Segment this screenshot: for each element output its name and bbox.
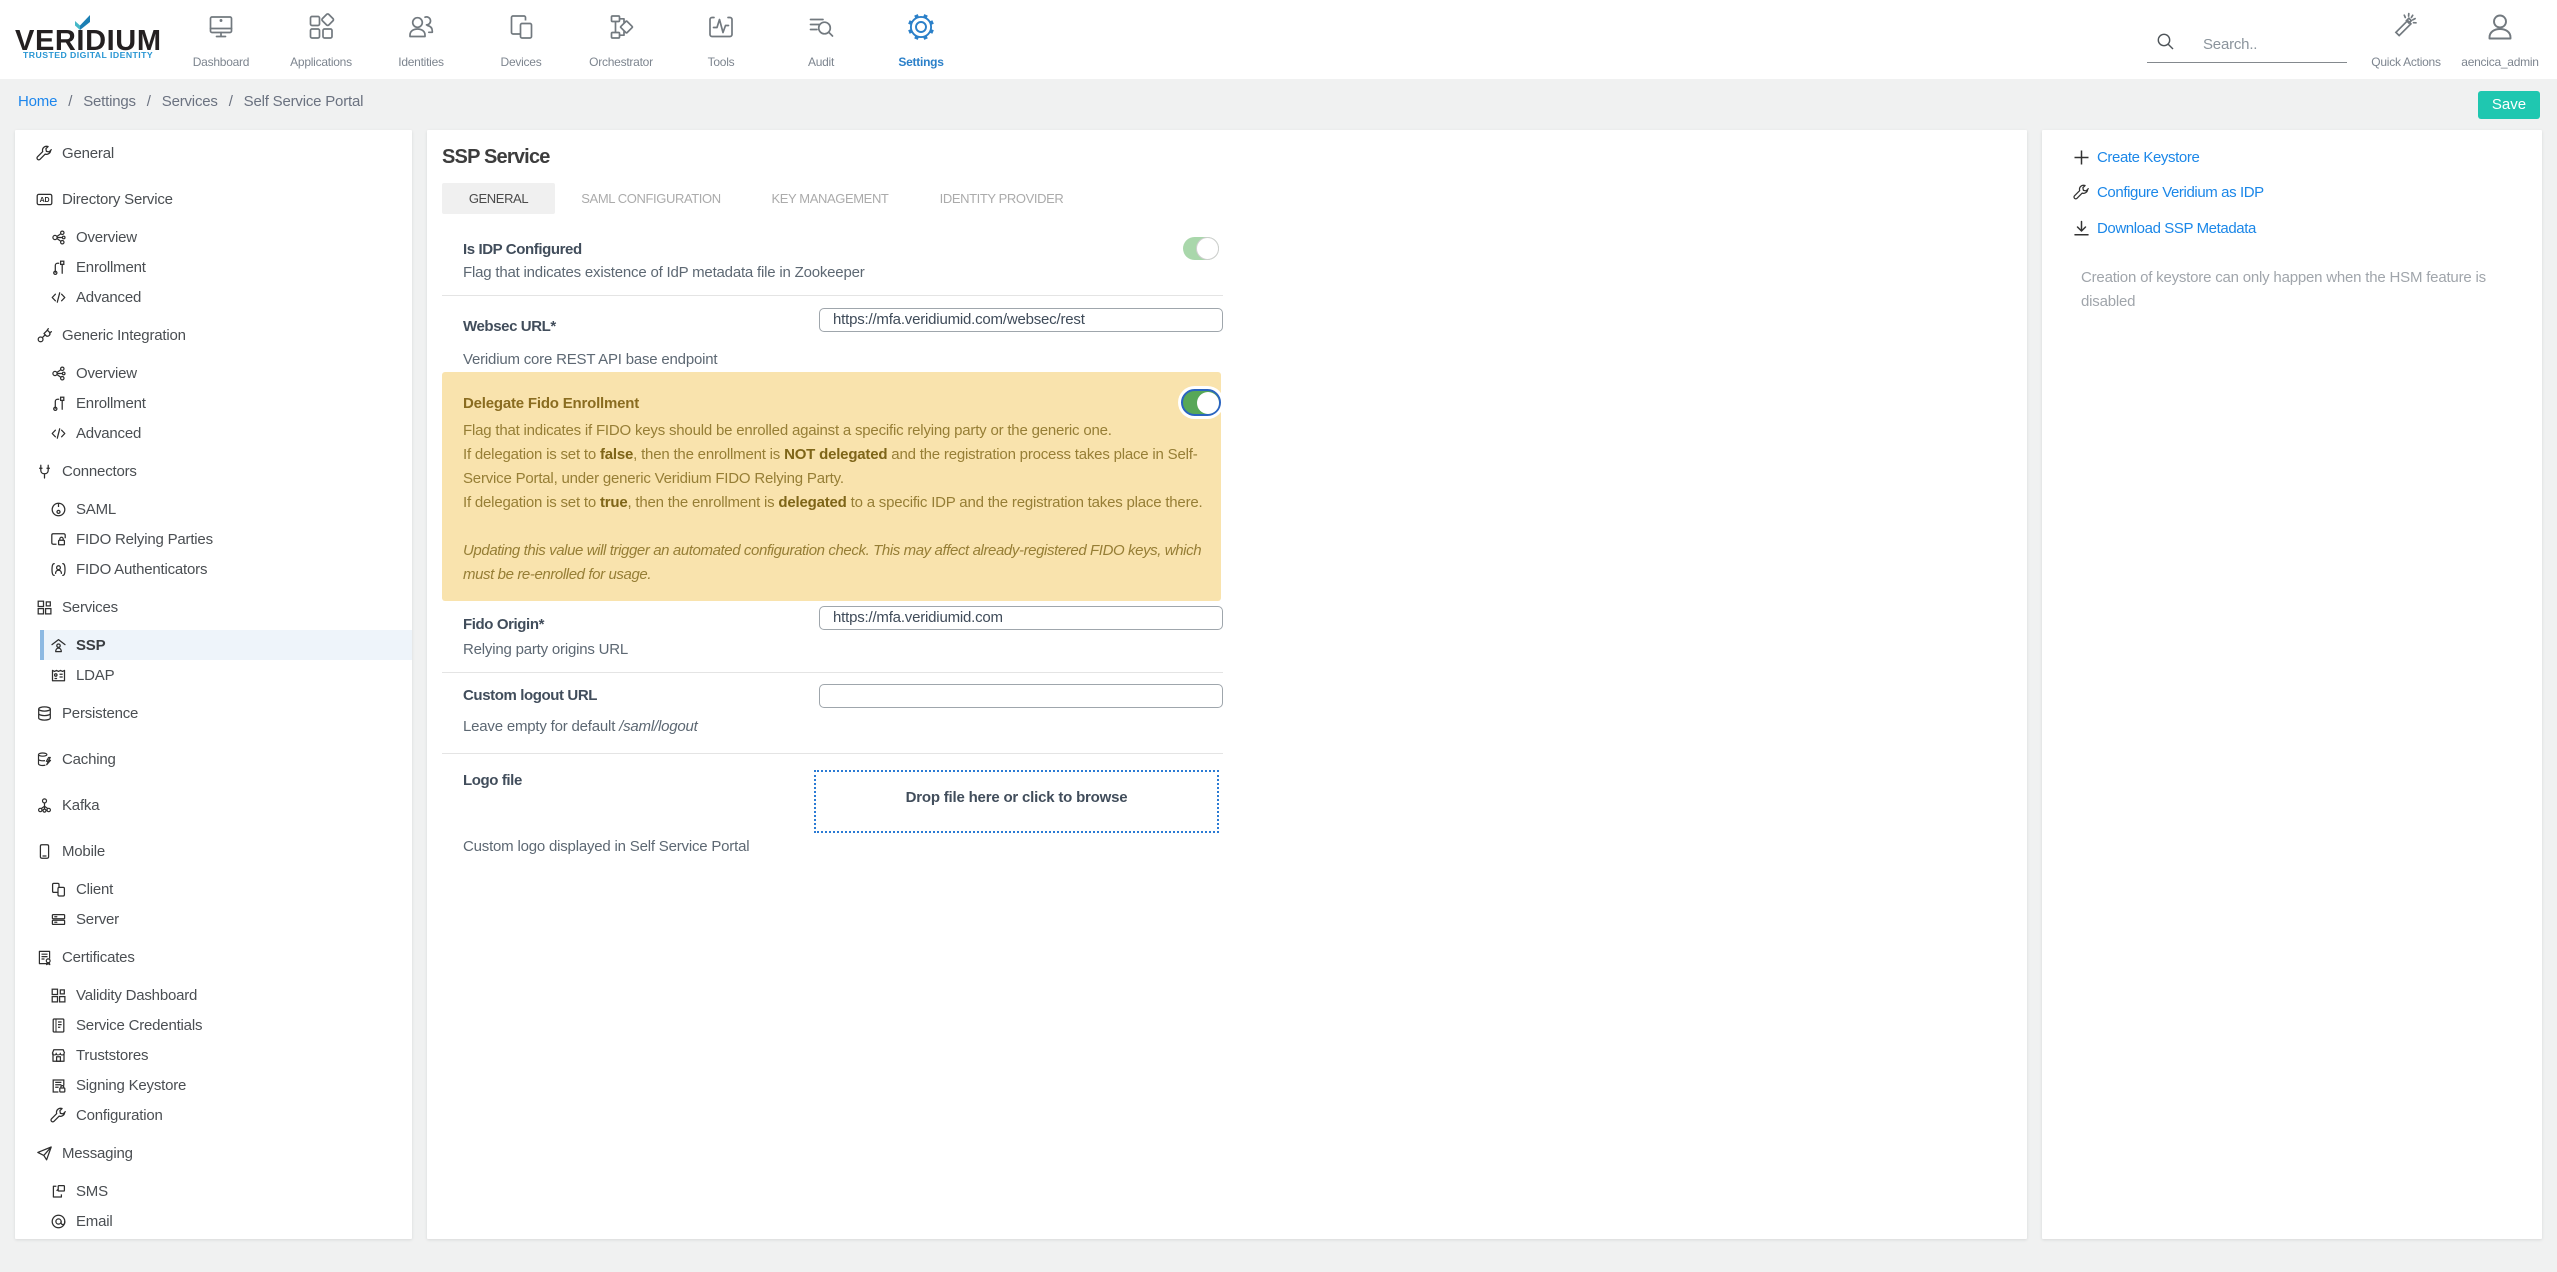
svg-text:AD: AD bbox=[40, 197, 50, 204]
